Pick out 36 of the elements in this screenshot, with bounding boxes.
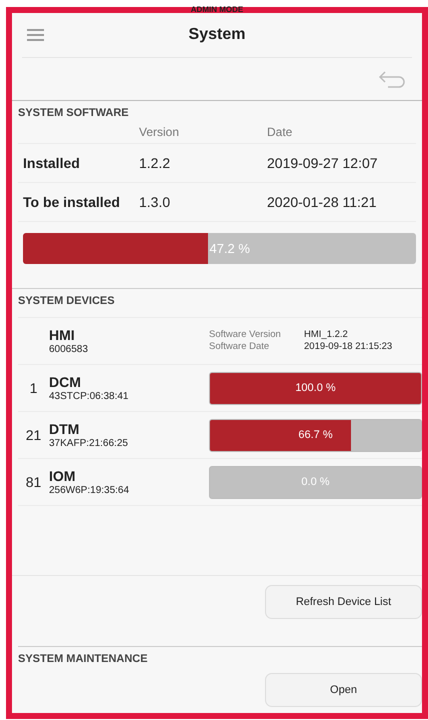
back-arrow-icon[interactable]	[378, 70, 406, 88]
detail-label: Software Version	[209, 329, 282, 341]
version-text: 1.3.0	[139, 194, 172, 210]
detail-value: 2019-09-18 21:15:23	[304, 341, 392, 353]
device-serial: 6006583	[49, 342, 89, 356]
device-serial: 256W6P:19:35:64	[49, 484, 130, 496]
row-label: To be installed	[23, 194, 121, 210]
page-title: System	[188, 26, 246, 43]
progress-reading: 66.7 %	[297, 428, 334, 442]
detail-label: Software Date	[209, 341, 270, 353]
date-text: 2020-01-28 11:21	[267, 194, 378, 210]
device-name: DTM	[49, 420, 80, 436]
device-serial: 37KAFP:21:66:25	[49, 436, 129, 450]
section-heading: SYSTEM MAINTENANCE	[17, 652, 149, 665]
device-name: HMI	[49, 326, 76, 342]
device-index: 21	[24, 427, 42, 443]
refresh-button[interactable]: Refresh Device List	[265, 585, 422, 619]
menu-icon[interactable]	[27, 28, 44, 42]
device-name: DCM	[49, 374, 82, 390]
version-text: 1.2.2	[139, 155, 172, 171]
progress-reading: 100.0 %	[294, 380, 337, 396]
device-name: IOM	[49, 468, 76, 484]
device-index: 1	[28, 380, 38, 396]
mode-label: ADMIN MODE	[190, 5, 244, 14]
open-button[interactable]: Open	[265, 673, 422, 707]
column-header: Date	[267, 125, 294, 139]
progress-reading: 0.0 %	[300, 474, 331, 490]
column-header: Version	[139, 125, 180, 139]
detail-value: HMI_1.2.2	[304, 329, 349, 341]
device-serial: 43STCP:06:38:41	[49, 390, 130, 402]
date-text: 2019-09-27 12:07	[267, 155, 379, 171]
section-heading: SYSTEM DEVICES	[17, 294, 116, 307]
row-label: Installed	[23, 155, 81, 171]
device-index: 81	[24, 474, 42, 490]
section-heading: SYSTEM SOFTWARE	[17, 106, 130, 119]
progress-reading: 47.2 %	[209, 240, 250, 258]
